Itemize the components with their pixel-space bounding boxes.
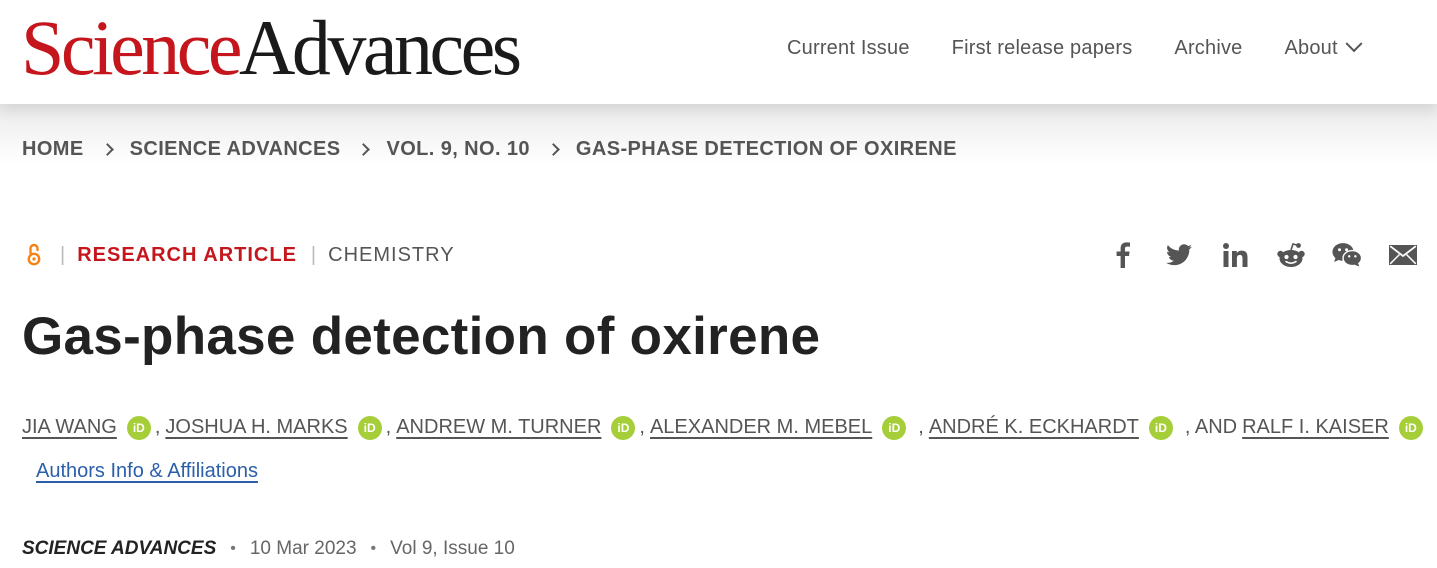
author-link[interactable]: RALF I. KAISER [1242, 416, 1389, 439]
author-separator: , [639, 415, 645, 438]
share-toolbar [1108, 238, 1418, 272]
author-link[interactable]: JOSHUA H. MARKS [165, 416, 347, 439]
authors-info-affiliations-link[interactable]: Authors Info & Affiliations [36, 460, 258, 483]
nav-first-release-papers[interactable]: First release papers [952, 37, 1133, 60]
author-link[interactable]: ANDREW M. TURNER [396, 416, 601, 439]
chevron-right-icon [100, 142, 114, 156]
chevron-right-icon [357, 142, 371, 156]
article-title: Gas-phase detection of oxirene [22, 307, 821, 366]
article-meta-row: | RESEARCH ARTICLE | CHEMISTRY [22, 241, 455, 269]
chevron-right-icon [547, 142, 560, 156]
author-link[interactable]: JIA WANG [22, 416, 117, 439]
meta-divider: | [310, 243, 317, 266]
logo-advances-text: Advances [239, 4, 522, 91]
article-subject-label[interactable]: CHEMISTRY [328, 244, 454, 267]
linkedin-icon[interactable] [1220, 240, 1250, 270]
orcid-icon[interactable]: iD [1398, 416, 1423, 440]
orcid-icon[interactable]: iD [126, 416, 151, 440]
nav-current-issue[interactable]: Current Issue [787, 37, 910, 60]
nav-archive[interactable]: Archive [1174, 37, 1242, 60]
orcid-icon[interactable]: iD [882, 416, 907, 440]
orcid-icon[interactable]: iD [611, 416, 636, 440]
author-separator: , [385, 415, 392, 438]
email-icon[interactable] [1388, 240, 1418, 270]
breadcrumb-article: GAS-PHASE DETECTION OF OXIRENE [575, 137, 957, 160]
chevron-down-icon [1345, 35, 1363, 53]
breadcrumb-home[interactable]: HOME [22, 138, 84, 161]
author-separator: , [154, 415, 161, 438]
reddit-icon[interactable] [1276, 240, 1306, 270]
journal-name: SCIENCE ADVANCES [22, 538, 217, 559]
orcid-icon[interactable]: iD [357, 416, 382, 440]
twitter-icon[interactable] [1164, 240, 1194, 270]
site-header: ScienceAdvances Current Issue First rele… [0, 0, 1437, 104]
logo-science-text: Science [21, 4, 243, 91]
open-access-icon [22, 241, 46, 269]
breadcrumb: HOME SCIENCE ADVANCES VOL. 9, NO. 10 GAS… [22, 137, 957, 161]
nav-about[interactable]: About [1284, 35, 1363, 60]
info-separator: • [370, 540, 377, 557]
facebook-icon[interactable] [1108, 240, 1138, 270]
breadcrumb-journal[interactable]: SCIENCE ADVANCES [130, 138, 341, 161]
author-separator: , [918, 415, 924, 438]
volume-issue[interactable]: Vol 9, Issue 10 [390, 538, 515, 560]
author-list: JIA WANG iD , JOSHUA H. MARKS iD , ANDRE… [22, 413, 1423, 441]
breadcrumb-issue[interactable]: VOL. 9, NO. 10 [386, 138, 529, 161]
info-separator: • [230, 540, 236, 557]
author-separator: , AND [1184, 415, 1238, 438]
author-link[interactable]: ANDRÉ K. ECKHARDT [929, 416, 1139, 439]
science-advances-logo[interactable]: ScienceAdvances [21, 8, 522, 88]
orcid-icon[interactable]: iD [1148, 416, 1173, 440]
nav-about-label: About [1284, 36, 1338, 59]
author-link[interactable]: ALEXANDER M. MEBEL [650, 416, 872, 439]
publication-info: SCIENCE ADVANCES • 10 Mar 2023 • Vol 9, … [22, 537, 515, 561]
article-type-label: RESEARCH ARTICLE [77, 243, 297, 266]
top-navigation: Current Issue First release papers Archi… [787, 34, 1363, 62]
meta-divider: | [60, 243, 66, 266]
wechat-icon[interactable] [1332, 240, 1362, 270]
publication-date: 10 Mar 2023 [249, 538, 357, 559]
